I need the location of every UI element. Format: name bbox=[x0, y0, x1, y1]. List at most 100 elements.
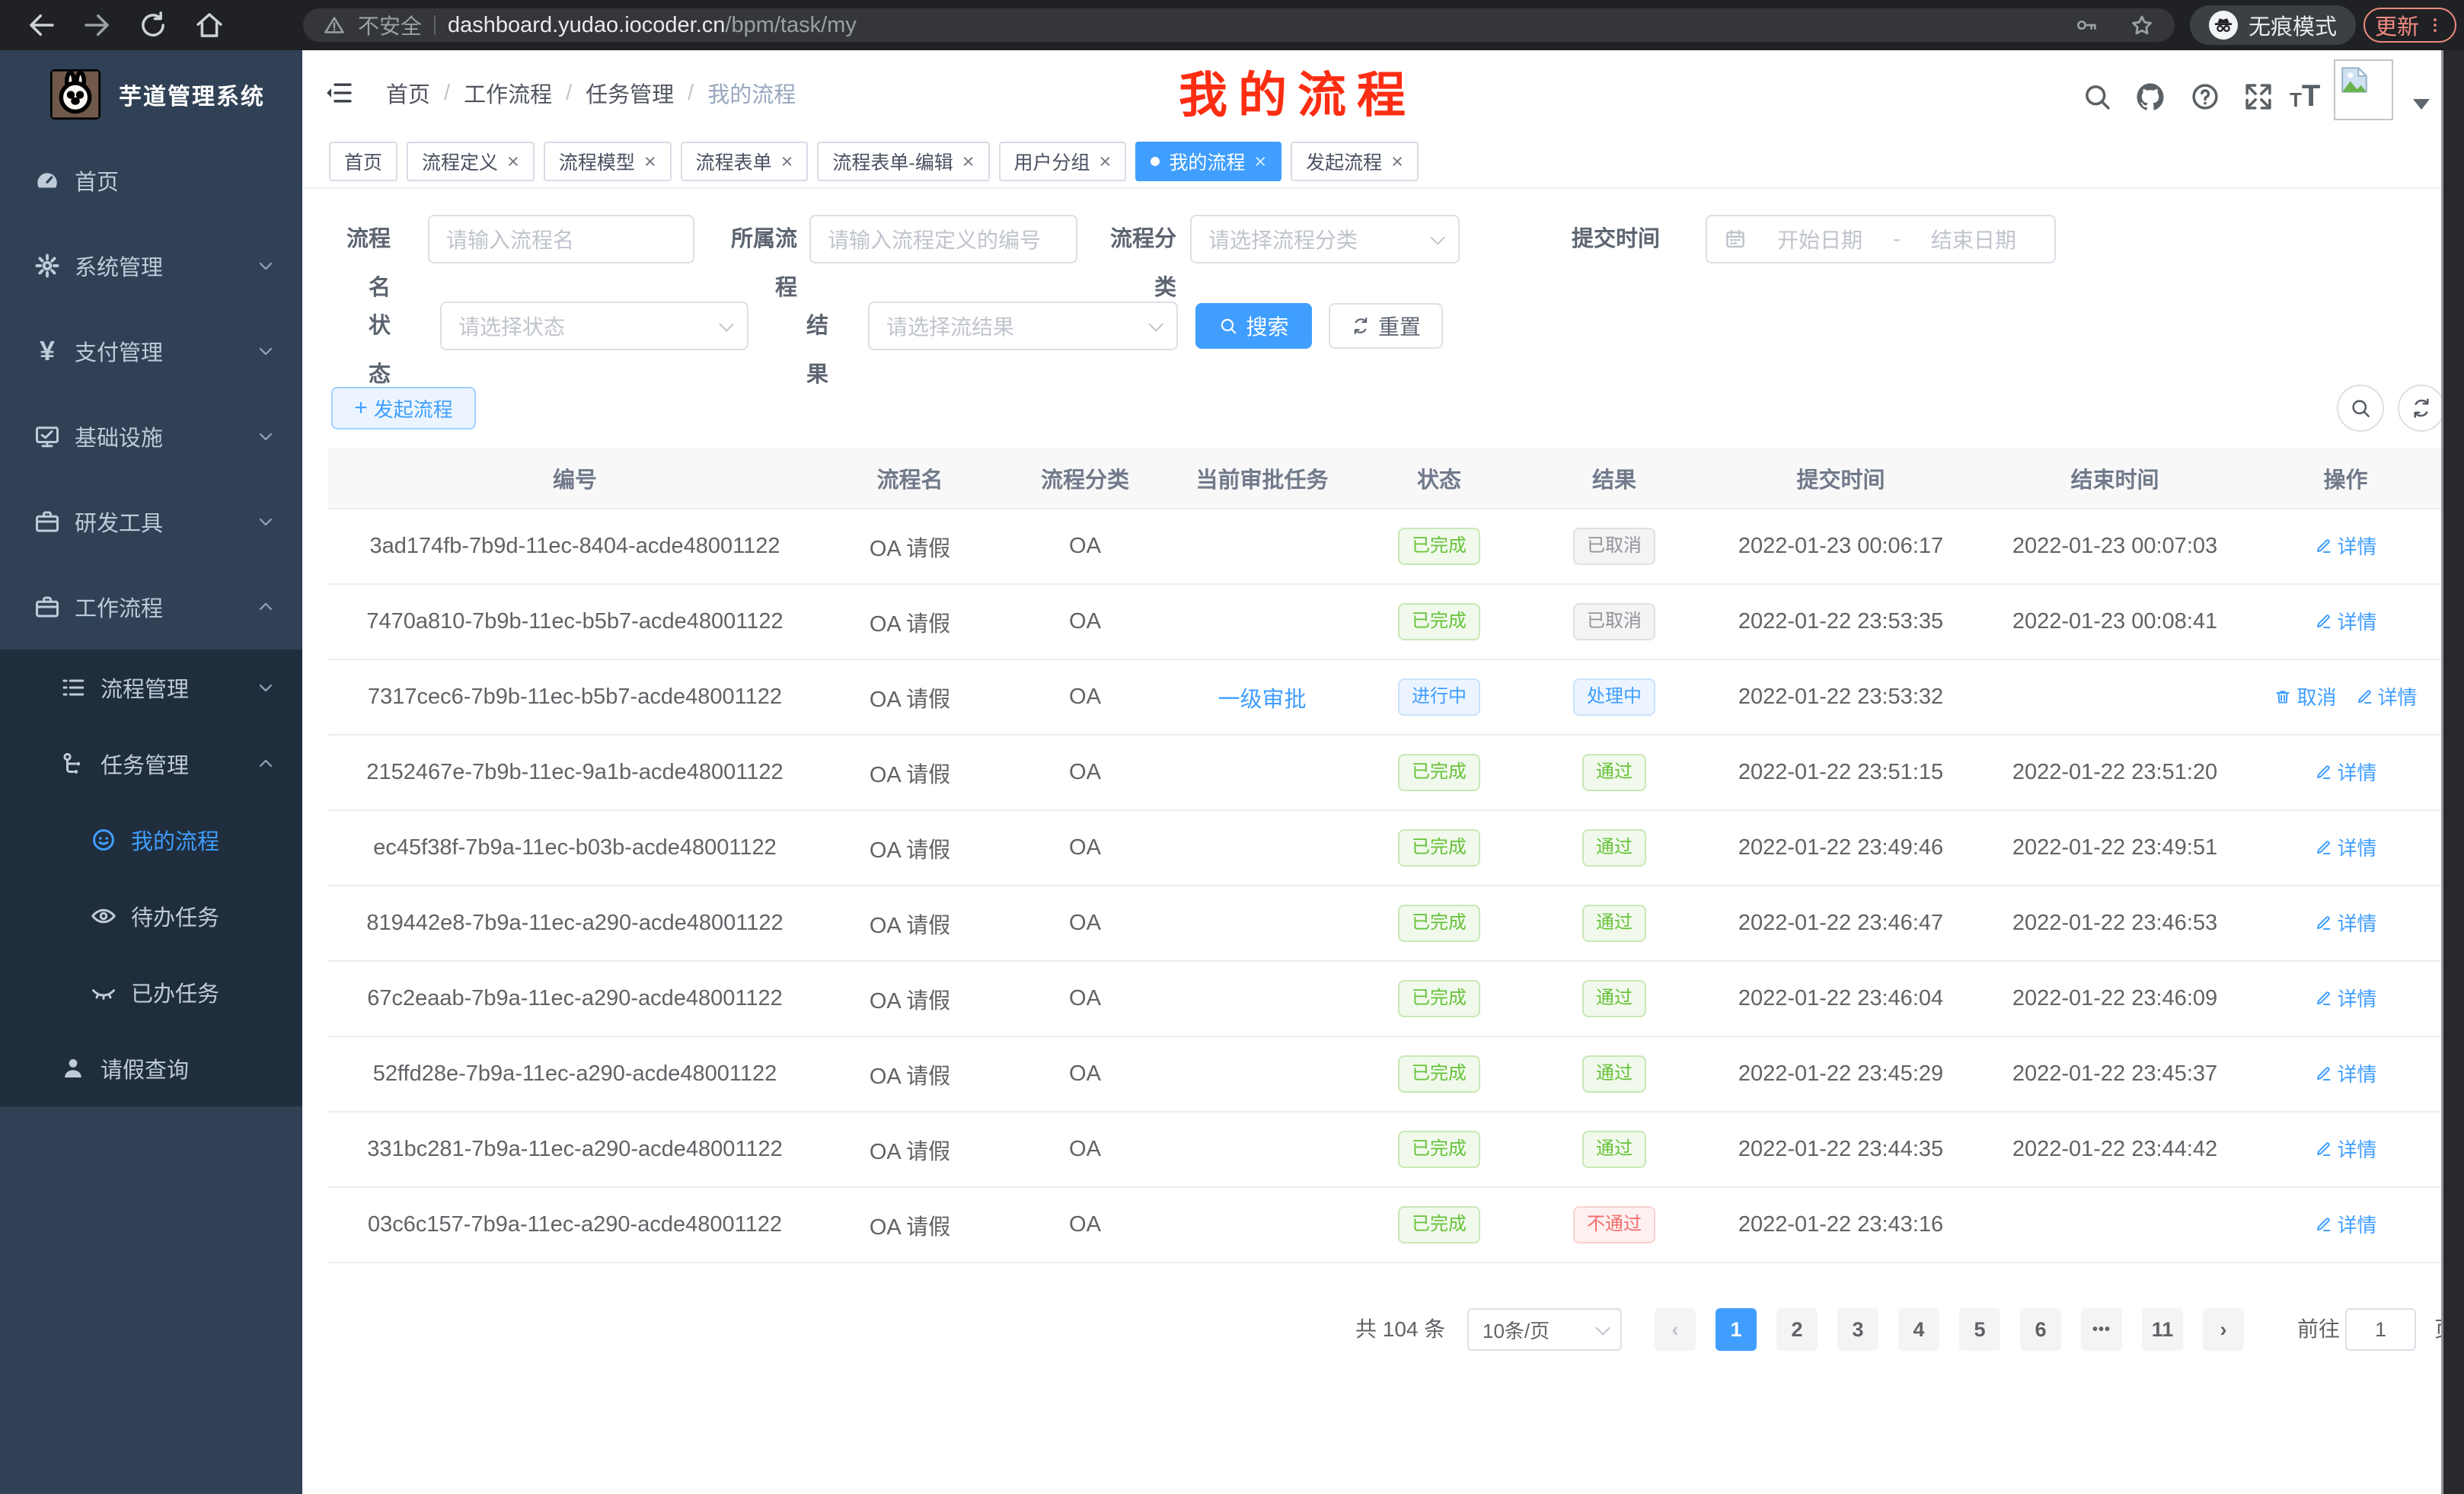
edit-pen-icon bbox=[2314, 989, 2332, 1007]
github-icon[interactable] bbox=[2134, 81, 2166, 113]
cell-current-task bbox=[1173, 961, 1352, 1036]
detail-link[interactable]: 详情 bbox=[2314, 607, 2376, 635]
tab-user-group[interactable]: 用户分组× bbox=[999, 142, 1127, 181]
fullscreen-icon[interactable] bbox=[2242, 81, 2274, 113]
prev-page-button[interactable]: ‹ bbox=[1655, 1308, 1696, 1351]
star-icon[interactable] bbox=[2129, 12, 2155, 38]
detail-link[interactable]: 详情 bbox=[2355, 682, 2418, 710]
sidebar-item-infrastructure[interactable]: 基础设施 bbox=[0, 394, 302, 479]
back-arrow-icon[interactable] bbox=[26, 9, 58, 41]
kebab-menu-icon[interactable] bbox=[2425, 15, 2445, 35]
window-scrollbar-strip[interactable] bbox=[2441, 50, 2464, 1494]
page-button-4[interactable]: 4 bbox=[1898, 1308, 1939, 1351]
tab-my-process[interactable]: 我的流程× bbox=[1135, 142, 1281, 181]
sidebar-item-home[interactable]: 首页 bbox=[0, 138, 302, 223]
goto-page-input[interactable]: 1 bbox=[2345, 1308, 2416, 1351]
reload-icon[interactable] bbox=[137, 9, 169, 41]
page-button-3[interactable]: 3 bbox=[1837, 1308, 1878, 1351]
more-pages-button[interactable]: ••• bbox=[2081, 1308, 2122, 1351]
tab-home[interactable]: 首页 bbox=[329, 142, 397, 181]
address-bar[interactable]: 不安全 dashboard.yudao.iocoder.cn/bpm/task/… bbox=[303, 8, 2175, 42]
collapse-sidebar-icon[interactable] bbox=[324, 78, 354, 108]
home-icon[interactable] bbox=[193, 9, 225, 41]
detail-link[interactable]: 详情 bbox=[2314, 1135, 2376, 1163]
tab-process-model[interactable]: 流程模型× bbox=[544, 142, 672, 181]
page-button-6[interactable]: 6 bbox=[2020, 1308, 2061, 1351]
process-category-select[interactable]: 请选择流程分类 bbox=[1190, 215, 1460, 263]
sidebar-item-label: 系统管理 bbox=[75, 250, 163, 282]
close-icon[interactable]: × bbox=[962, 152, 975, 172]
detail-link[interactable]: 详情 bbox=[2314, 532, 2376, 560]
help-icon[interactable] bbox=[2189, 81, 2221, 113]
sidebar-item-todo-tasks[interactable]: 待办任务 bbox=[0, 878, 302, 954]
reset-button[interactable]: 重置 bbox=[1329, 303, 1443, 349]
detail-link[interactable]: 详情 bbox=[2314, 1059, 2376, 1087]
detail-link[interactable]: 详情 bbox=[2314, 833, 2376, 861]
sidebar-item-process-mgmt[interactable]: 流程管理 bbox=[0, 650, 302, 726]
status-badge: 通过 bbox=[1582, 980, 1646, 1017]
close-icon[interactable]: × bbox=[1254, 152, 1266, 172]
avatar[interactable] bbox=[2334, 59, 2393, 120]
caret-down-icon[interactable] bbox=[2413, 99, 2430, 110]
forward-arrow-icon[interactable] bbox=[81, 9, 113, 41]
close-icon[interactable]: × bbox=[1100, 152, 1112, 172]
incognito-badge: 无痕模式 bbox=[2190, 5, 2356, 45]
tab-process-form[interactable]: 流程表单× bbox=[681, 142, 809, 181]
close-icon[interactable]: × bbox=[644, 152, 656, 172]
process-name-input[interactable]: 请输入流程名 bbox=[428, 215, 694, 263]
breadcrumb-item[interactable]: 任务管理 bbox=[586, 77, 674, 109]
calendar-icon bbox=[1724, 228, 1747, 251]
start-process-button[interactable]: + 发起流程 bbox=[331, 387, 476, 429]
cell-operations: 详情 bbox=[2250, 735, 2441, 810]
page-button-2[interactable]: 2 bbox=[1776, 1308, 1818, 1351]
next-page-button[interactable]: › bbox=[2203, 1308, 2244, 1351]
sidebar-item-dev-tools[interactable]: 研发工具 bbox=[0, 479, 302, 564]
start-date-placeholder[interactable]: 开始日期 bbox=[1756, 224, 1884, 254]
page-button-1[interactable]: 1 bbox=[1716, 1308, 1757, 1351]
sidebar-item-payment-mgmt[interactable]: ¥支付管理 bbox=[0, 308, 302, 394]
breadcrumb-item[interactable]: 首页 bbox=[386, 77, 430, 109]
process-table: 编号流程名流程分类当前审批任务状态结果提交时间结束时间操作3ad174fb-7b… bbox=[327, 448, 2441, 1263]
toolbar-search-toggle-button[interactable] bbox=[2337, 385, 2384, 432]
breadcrumb-item[interactable]: 工作流程 bbox=[464, 77, 552, 109]
tab-process-form-edit[interactable]: 流程表单-编辑× bbox=[817, 142, 989, 181]
cell-process-id: 819442e8-7b9a-11ec-a290-acde48001122 bbox=[327, 886, 822, 961]
search-icon[interactable] bbox=[2081, 81, 2113, 113]
close-icon[interactable]: × bbox=[781, 152, 793, 172]
tab-process-definition[interactable]: 流程定义× bbox=[407, 142, 535, 181]
cell-status: 已完成 bbox=[1352, 1112, 1527, 1187]
font-size-icon[interactable]: TT bbox=[2290, 81, 2338, 111]
detail-link[interactable]: 详情 bbox=[2314, 984, 2376, 1012]
sidebar-item-done-tasks[interactable]: 已办任务 bbox=[0, 954, 302, 1030]
sidebar-item-label: 请假查询 bbox=[101, 1052, 189, 1084]
close-icon[interactable]: × bbox=[507, 152, 519, 172]
detail-link[interactable]: 详情 bbox=[2314, 908, 2376, 937]
result-select[interactable]: 请选择流结果 bbox=[868, 302, 1178, 350]
toolbar-refresh-button[interactable] bbox=[2398, 385, 2445, 432]
tab-start-process[interactable]: 发起流程× bbox=[1291, 142, 1419, 181]
security-label[interactable]: 不安全 bbox=[358, 10, 422, 40]
key-icon[interactable] bbox=[2074, 13, 2099, 37]
sidebar-item-workflow[interactable]: 工作流程 bbox=[0, 564, 302, 650]
status-select[interactable]: 请选择状态 bbox=[440, 302, 748, 350]
sidebar-item-my-process[interactable]: 我的流程 bbox=[0, 802, 302, 878]
sidebar-item-leave-query[interactable]: 请假查询 bbox=[0, 1030, 302, 1106]
cell-operations: 详情 bbox=[2250, 1112, 2441, 1187]
owning-process-input[interactable]: 请输入流程定义的编号 bbox=[809, 215, 1077, 263]
detail-link[interactable]: 详情 bbox=[2314, 758, 2376, 786]
update-button[interactable]: 更新 bbox=[2363, 8, 2456, 43]
close-icon[interactable]: × bbox=[1391, 152, 1403, 172]
submit-time-daterange[interactable]: 开始日期 - 结束日期 bbox=[1706, 215, 2056, 263]
search-button[interactable]: 搜索 bbox=[1195, 303, 1312, 349]
sidebar-item-task-mgmt[interactable]: 任务管理 bbox=[0, 726, 302, 802]
current-task-link[interactable]: 一级审批 bbox=[1218, 688, 1306, 712]
cell-end-time: 2022-01-22 23:44:42 bbox=[1980, 1112, 2250, 1187]
cancel-link[interactable]: 取消 bbox=[2274, 682, 2336, 710]
page-size-select[interactable]: 10条/页 bbox=[1467, 1308, 1622, 1351]
detail-link[interactable]: 详情 bbox=[2314, 1210, 2376, 1238]
page-button-11[interactable]: 11 bbox=[2142, 1308, 2183, 1351]
page-button-5[interactable]: 5 bbox=[1959, 1308, 2000, 1351]
sidebar-item-system-mgmt[interactable]: 系统管理 bbox=[0, 223, 302, 308]
chevron-down-icon bbox=[255, 340, 276, 362]
end-date-placeholder[interactable]: 结束日期 bbox=[1910, 224, 2038, 254]
